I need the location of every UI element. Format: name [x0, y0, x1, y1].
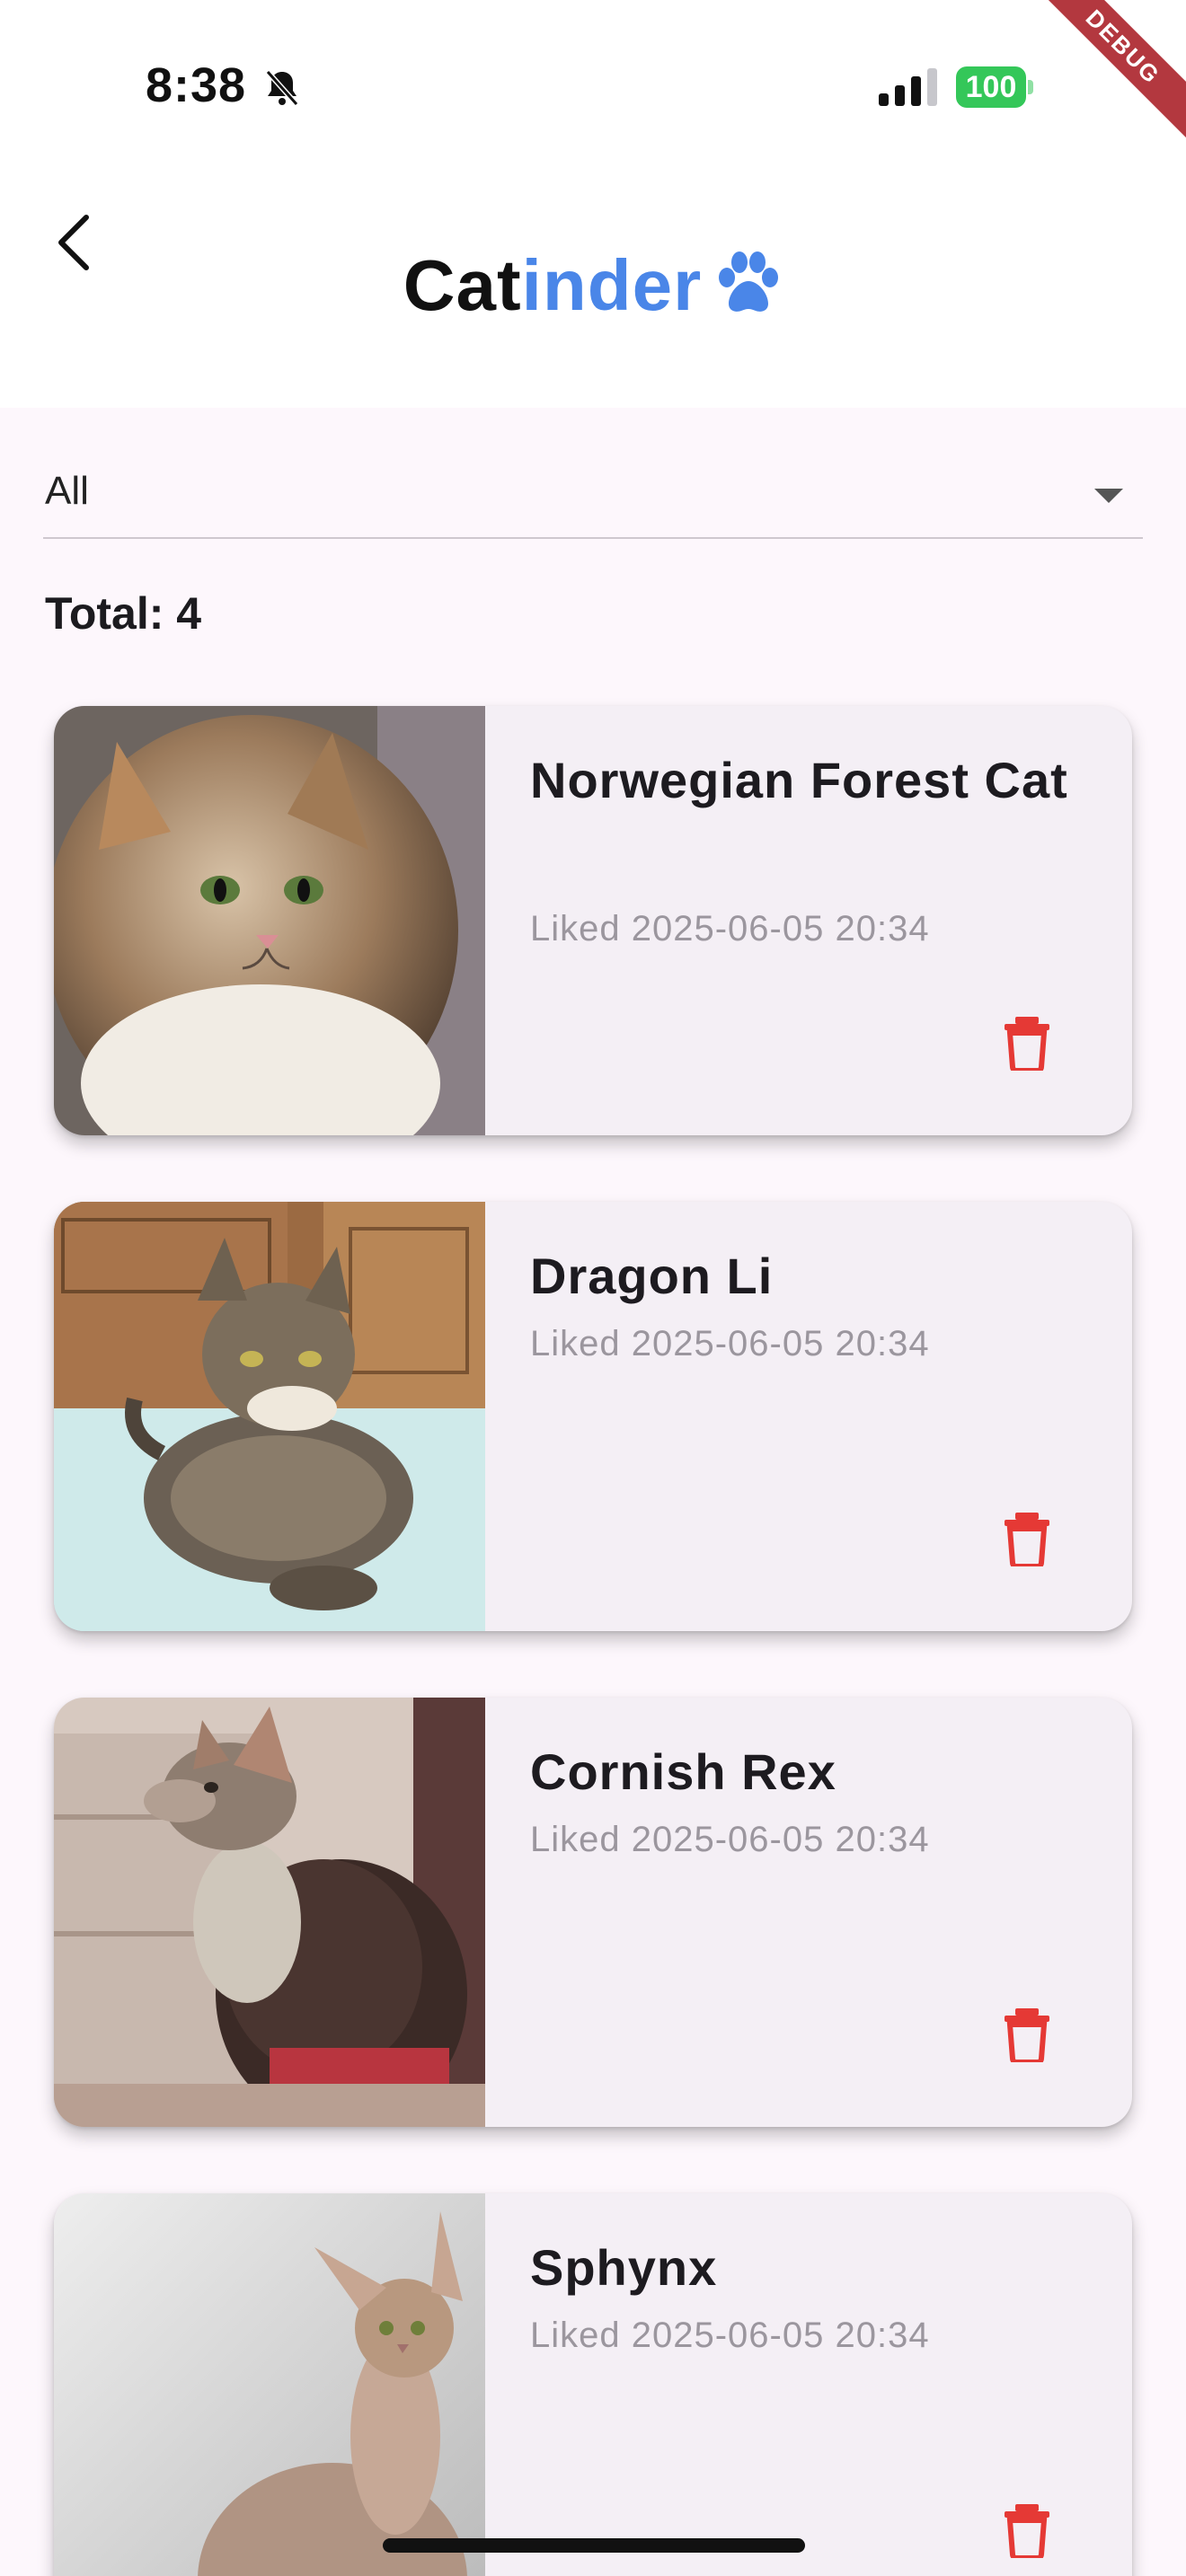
liked-cat-card[interactable]: Cornish Rex Liked 2025-06-05 20:34 — [54, 1698, 1132, 2127]
cellular-signal-icon — [879, 68, 937, 106]
status-bar: 8:38 100 DEBUG — [0, 0, 1186, 171]
cat-breed-name: Sphynx — [530, 2239, 718, 2296]
dropdown-caret-icon — [1094, 489, 1123, 503]
battery-icon: 100 — [956, 66, 1033, 108]
dragon-li-photo — [54, 1202, 485, 1631]
filter-selected-value: All — [45, 469, 89, 513]
debug-banner: DEBUG — [1020, 0, 1186, 150]
delete-button[interactable] — [1003, 2502, 1051, 2558]
sphynx-photo — [54, 2193, 485, 2576]
cat-breed-name: Dragon Li — [530, 1248, 774, 1304]
total-count: Total: 4 — [45, 588, 202, 639]
delete-button[interactable] — [1003, 1511, 1051, 1566]
norwegian-forest-cat-photo — [54, 706, 485, 1135]
liked-date: Liked 2025-06-05 20:34 — [530, 1820, 930, 1859]
bell-slash-icon — [265, 70, 299, 106]
liked-date: Liked 2025-06-05 20:34 — [530, 1324, 930, 1363]
app-title-part2: inder — [521, 245, 703, 325]
delete-button[interactable] — [1003, 1015, 1051, 1071]
cat-breed-name: Norwegian Forest Cat — [530, 752, 1068, 808]
cornish-rex-photo — [54, 1698, 485, 2127]
status-time: 8:38 — [146, 58, 247, 112]
battery-level: 100 — [956, 66, 1026, 108]
delete-button[interactable] — [1003, 2007, 1051, 2062]
home-indicator[interactable] — [383, 2538, 805, 2553]
paw-icon — [719, 251, 779, 312]
app-title-part1: Cat — [403, 245, 522, 325]
favorites-screen: 8:38 100 DEBUG Catinder All Total: 4 Nor… — [0, 0, 1186, 2576]
liked-cat-card[interactable]: Sphynx Liked 2025-06-05 20:34 — [54, 2193, 1132, 2576]
liked-cat-card[interactable]: Norwegian Forest Cat Liked 2025-06-05 20… — [54, 706, 1132, 1135]
breed-filter-dropdown[interactable]: All — [43, 449, 1143, 539]
cat-breed-name: Cornish Rex — [530, 1743, 836, 1800]
liked-date: Liked 2025-06-05 20:34 — [530, 909, 930, 948]
liked-cat-card[interactable]: Dragon Li Liked 2025-06-05 20:34 — [54, 1202, 1132, 1631]
liked-date: Liked 2025-06-05 20:34 — [530, 2316, 930, 2355]
app-bar: Catinder — [0, 171, 1186, 408]
app-title: Catinder — [0, 244, 1186, 327]
